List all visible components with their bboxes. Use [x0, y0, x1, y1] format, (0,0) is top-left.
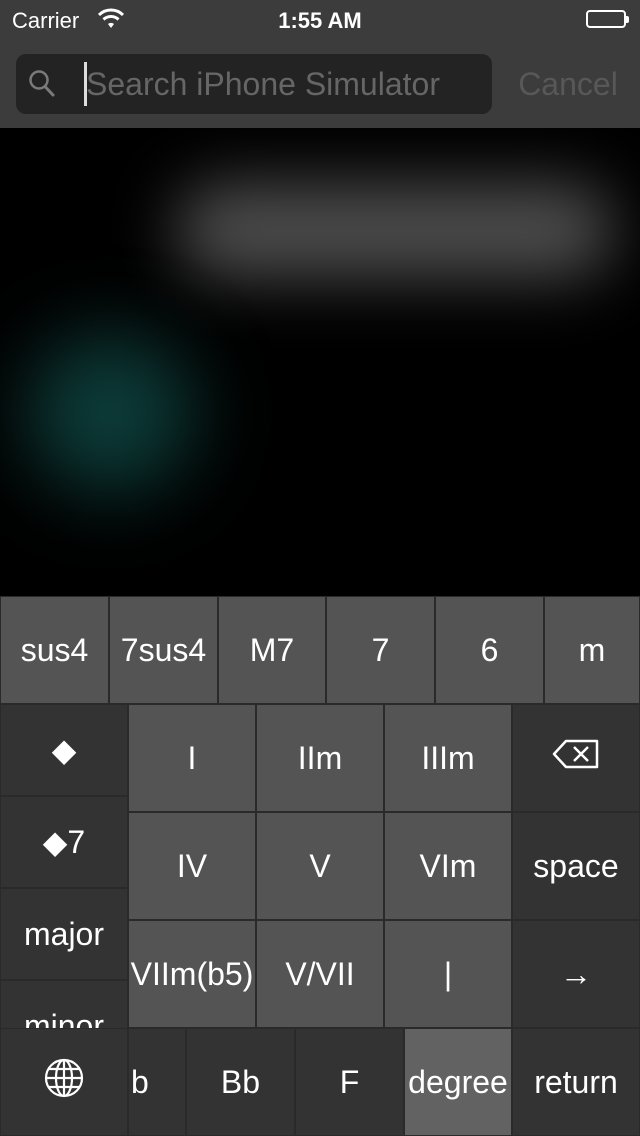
- key-degree-v-of-vii[interactable]: V/VII: [256, 920, 384, 1028]
- key-degree-v[interactable]: V: [256, 812, 384, 920]
- space-key[interactable]: space: [512, 812, 640, 920]
- search-input[interactable]: [86, 54, 482, 114]
- key-diamond[interactable]: ◆: [0, 704, 128, 796]
- key-sus4[interactable]: sus4: [0, 596, 109, 704]
- key-bar-separator[interactable]: |: [384, 920, 512, 1028]
- key-minor[interactable]: minor: [0, 980, 128, 1028]
- key-b[interactable]: b: [128, 1028, 186, 1136]
- background-blur-glow: [25, 333, 195, 493]
- background-blur-highlight: [175, 183, 615, 278]
- search-icon: [28, 69, 56, 104]
- key-7[interactable]: 7: [326, 596, 435, 704]
- globe-icon: [43, 1057, 85, 1107]
- status-bar: Carrier 1:55 AM: [0, 0, 640, 40]
- next-arrow-key[interactable]: →: [512, 920, 640, 1028]
- globe-key[interactable]: [0, 1028, 128, 1136]
- key-diamond-7[interactable]: ◆7: [0, 796, 128, 888]
- key-7sus4[interactable]: 7sus4: [109, 596, 218, 704]
- battery-icon: [586, 10, 629, 28]
- key-degree-iim[interactable]: IIm: [256, 704, 384, 812]
- status-time: 1:55 AM: [278, 8, 362, 33]
- key-degree-i[interactable]: I: [128, 704, 256, 812]
- key-major[interactable]: major: [0, 888, 128, 980]
- delete-key[interactable]: [512, 704, 640, 812]
- key-degree-viim-b5[interactable]: VIIm(b5): [128, 920, 256, 1028]
- key-degree-vim[interactable]: VIm: [384, 812, 512, 920]
- search-bar: Cancel: [0, 40, 640, 128]
- search-field[interactable]: [16, 54, 492, 114]
- blurred-background: [0, 128, 640, 596]
- backspace-icon: [552, 739, 600, 777]
- cancel-button[interactable]: Cancel: [502, 54, 634, 114]
- key-m7[interactable]: M7: [218, 596, 326, 704]
- key-6[interactable]: 6: [435, 596, 544, 704]
- scale-side-panel[interactable]: ◆ ◆7 major minor: [0, 704, 128, 1028]
- key-bb[interactable]: Bb: [186, 1028, 295, 1136]
- key-degree-iiim[interactable]: IIIm: [384, 704, 512, 812]
- return-key[interactable]: return: [512, 1028, 640, 1136]
- key-degree-mode[interactable]: degree: [404, 1028, 512, 1136]
- key-m[interactable]: m: [544, 596, 640, 704]
- key-degree-iv[interactable]: IV: [128, 812, 256, 920]
- chord-keyboard: sus4 7sus4 M7 7 6 m ◆ ◆7 major minor I I…: [0, 596, 640, 1136]
- key-f[interactable]: F: [295, 1028, 404, 1136]
